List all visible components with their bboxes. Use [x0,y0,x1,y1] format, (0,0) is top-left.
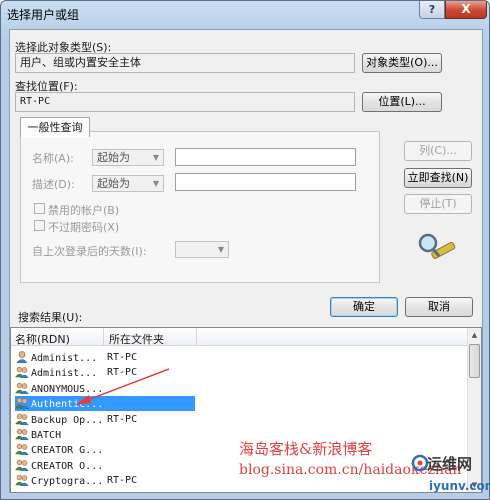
cancel-button[interactable]: 取消 [405,297,473,317]
group-icon [15,382,29,395]
stop-button[interactable]: 停止(T) [404,194,472,214]
ok-button[interactable]: 确定 [330,297,398,317]
locations-button[interactable]: 位置(L)... [362,92,442,112]
column-header-name[interactable]: 名称(RDN) [15,331,70,347]
find-now-button[interactable]: 立即查找(N) [404,168,472,188]
close-button[interactable]: X [445,1,487,19]
name-label: 名称(A): [32,152,74,165]
logo-text: 运维网 [427,455,473,473]
column-header-folder[interactable]: 所在文件夹 [109,331,164,347]
window-title: 选择用户或组 [7,8,80,22]
tab-common-queries[interactable]: 一般性查询 [20,117,90,137]
columns-button[interactable]: 列(C)... [404,141,472,161]
group-icon [15,443,29,456]
non-expiring-password-label: 不过期密码(X) [48,221,120,234]
watermark-line1: 海岛客栈&新浪博客 [239,440,373,458]
description-input[interactable] [175,173,356,191]
name-input[interactable] [175,148,356,166]
user-icon [15,351,29,364]
scroll-up-icon[interactable]: ▲ [468,328,481,342]
title-bar[interactable]: 选择用户或组 ? X [1,1,489,25]
location-value: RT-PC [15,92,355,112]
object-types-button[interactable]: 对象类型(O)... [362,53,442,73]
row-name: Cryptogra... [31,476,104,488]
object-type-value: 用户、组或内置安全主体 [15,53,355,73]
row-name-cell[interactable]: Cryptogra... [15,473,195,488]
chevron-down-icon: ▼ [152,153,160,162]
scrollbar-thumb[interactable] [469,344,480,378]
list-item[interactable]: Backup Op... RT-PC [11,412,469,427]
group-icon [15,397,29,410]
chevron-down-icon: ▼ [152,179,160,188]
help-button[interactable]: ? [419,1,445,19]
search-results-label: 搜索结果(U): [18,311,83,324]
disabled-accounts-label: 禁用的帐户(B) [48,204,120,217]
description-match-select[interactable]: 起始为 ▼ [92,175,164,192]
row-name-cell[interactable]: CREATOR O... [15,458,195,473]
dialog-window: 选择用户或组 ? X 选择此对象类型(S): 用户、组或内置安全主体 对象类型(… [0,0,490,500]
name-match-value: 起始为 [97,151,130,164]
description-label: 描述(D): [32,178,75,191]
row-folder: RT-PC [107,475,138,487]
group-icon [15,474,29,487]
group-icon [15,413,29,425]
results-header: 名称(RDN) 所在文件夹 [11,328,469,346]
description-match-value: 起始为 [97,177,130,190]
column-divider[interactable] [103,328,104,346]
logo-url: iyunv.com [429,479,490,493]
dialog-body: 选择此对象类型(S): 用户、组或内置安全主体 对象类型(O)... 查找位置(… [9,29,483,493]
group-icon [15,428,29,441]
non-expiring-password-checkbox[interactable] [34,220,45,231]
name-match-select[interactable]: 起始为 ▼ [92,149,164,166]
row-name: Backup Op... [31,414,104,426]
row-folder: RT-PC [107,413,138,425]
site-logo: 运维网 iyunv.com [411,453,490,499]
row-name: CREATOR O... [31,460,104,472]
group-icon [15,459,29,472]
search-magnifier-icon [418,233,456,259]
days-since-logon-select[interactable]: ▼ [175,241,229,258]
chevron-down-icon: ▼ [217,245,225,254]
row-name-cell[interactable]: BATCH [15,427,195,442]
group-icon [15,366,29,379]
row-name-cell[interactable]: Backup Op... [15,412,195,427]
days-since-logon-label: 自上次登录后的天数(I): [32,245,147,258]
row-name-cell[interactable]: CREATOR G... [15,442,195,457]
row-name: CREATOR G... [31,445,104,457]
disabled-accounts-checkbox[interactable] [34,203,45,214]
row-name: BATCH [31,430,62,441]
pointer-arrow-annotation [75,368,170,405]
column-divider[interactable] [196,328,197,346]
